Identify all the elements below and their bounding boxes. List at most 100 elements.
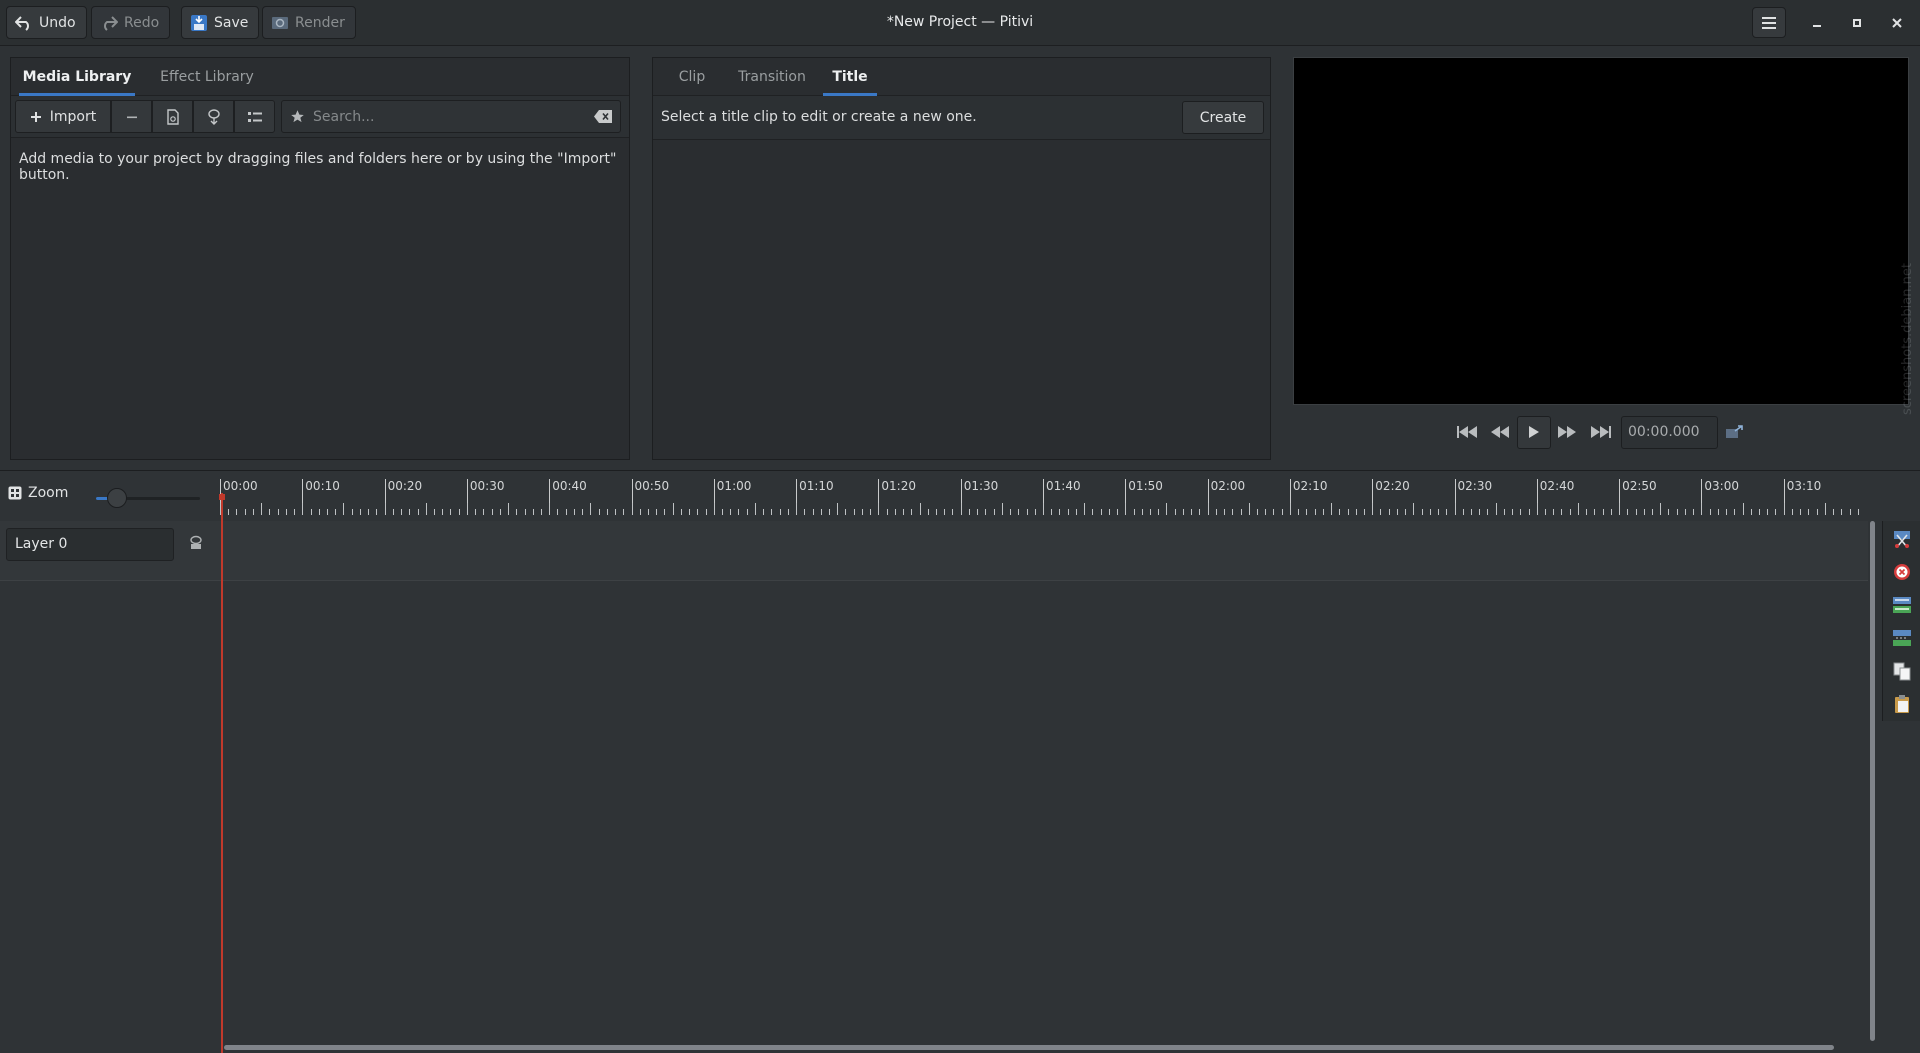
ruler-label: 01:20 bbox=[878, 479, 916, 503]
library-tabs: Media Library Effect Library bbox=[11, 58, 629, 96]
star-icon bbox=[291, 110, 304, 123]
zoom-label: Zoom bbox=[28, 485, 69, 501]
delete-button[interactable] bbox=[1889, 559, 1915, 585]
ruler-label: 00:00 bbox=[220, 479, 258, 503]
layer-menu-button[interactable] bbox=[188, 535, 204, 555]
copy-icon bbox=[1893, 662, 1911, 681]
tab-clip[interactable]: Clip bbox=[667, 58, 717, 96]
redo-button[interactable]: Redo bbox=[91, 6, 171, 39]
redo-label: Redo bbox=[124, 14, 160, 31]
main-menu-button[interactable] bbox=[1752, 7, 1786, 38]
timeline-toolbar bbox=[1882, 521, 1920, 721]
ruler-label: 02:50 bbox=[1619, 479, 1657, 503]
layer-settings-icon bbox=[190, 535, 202, 549]
ruler-label: 01:10 bbox=[796, 479, 834, 503]
go-to-end-button[interactable] bbox=[1584, 416, 1618, 449]
title-editor-row: Select a title clip to edit or create a … bbox=[653, 96, 1270, 140]
ruler-label: 01:00 bbox=[713, 479, 751, 503]
ruler-label: 02:40 bbox=[1536, 479, 1574, 503]
view-mode-button[interactable] bbox=[234, 100, 275, 133]
media-search-box bbox=[281, 100, 621, 133]
scissors-icon bbox=[1894, 531, 1910, 548]
library-toolbar: Import bbox=[11, 96, 629, 138]
zoom-fit-icon[interactable] bbox=[8, 486, 22, 500]
insert-at-end-button[interactable] bbox=[193, 100, 234, 133]
paste-button[interactable] bbox=[1889, 691, 1915, 717]
minimize-button[interactable] bbox=[1804, 10, 1830, 36]
split-button[interactable] bbox=[1889, 526, 1915, 552]
ruler-label: 03:00 bbox=[1701, 479, 1739, 503]
media-library-pane: Media Library Effect Library Import Add … bbox=[10, 57, 630, 460]
ruler-label: 01:50 bbox=[1125, 479, 1163, 503]
create-title-button[interactable]: Create bbox=[1182, 101, 1264, 134]
remove-media-button[interactable] bbox=[111, 100, 152, 133]
detach-viewer-icon bbox=[1726, 425, 1743, 438]
go-to-start-button[interactable] bbox=[1450, 416, 1484, 449]
timeline-vertical-scrollbar[interactable] bbox=[1870, 521, 1875, 1041]
ungroup-button[interactable] bbox=[1889, 625, 1915, 651]
clip-properties-button[interactable] bbox=[152, 100, 193, 133]
save-button[interactable]: Save bbox=[181, 6, 260, 39]
group-button[interactable] bbox=[1889, 592, 1915, 618]
plus-icon bbox=[30, 111, 41, 122]
skip-backward-icon bbox=[1456, 426, 1477, 438]
timecode-field[interactable]: 00:00.000 bbox=[1621, 416, 1718, 449]
ruler-label: 00:10 bbox=[302, 479, 340, 503]
ruler-label: 02:00 bbox=[1207, 479, 1245, 503]
ruler-label: 03:10 bbox=[1783, 479, 1821, 503]
properties-pane: Clip Transition Title Select a title cli… bbox=[652, 57, 1271, 460]
close-button[interactable] bbox=[1884, 10, 1910, 36]
play-button[interactable] bbox=[1517, 415, 1551, 449]
detach-viewer-button[interactable] bbox=[1720, 416, 1750, 449]
ruler-ticks bbox=[220, 503, 1859, 515]
fast-forward-button[interactable] bbox=[1551, 416, 1585, 449]
copy-button[interactable] bbox=[1889, 658, 1915, 684]
save-label: Save bbox=[214, 14, 249, 31]
zoom-slider-knob[interactable] bbox=[107, 488, 127, 508]
time-ruler[interactable]: 00:00 00:10 00:20 00:30 00:40 00:50 01:00 01:10… bbox=[220, 471, 1868, 517]
timeline: Zoom 00:00 00:10 00:20 00:30 00:40 00:50 01:00… bbox=[0, 470, 1920, 1053]
playhead-marker[interactable] bbox=[219, 494, 225, 500]
redo-icon bbox=[104, 15, 118, 31]
timeline-horizontal-scrollbar[interactable] bbox=[224, 1045, 1834, 1050]
render-label: Render bbox=[295, 14, 345, 31]
tab-transition[interactable]: Transition bbox=[731, 58, 813, 96]
play-icon bbox=[1528, 426, 1539, 438]
list-view-icon bbox=[247, 111, 262, 122]
playhead[interactable] bbox=[221, 493, 223, 1053]
hamburger-menu-icon bbox=[1762, 16, 1776, 29]
maximize-button[interactable] bbox=[1844, 10, 1870, 36]
minus-icon bbox=[126, 116, 137, 118]
layer-name-field[interactable]: Layer 0 bbox=[6, 528, 174, 561]
media-search-input[interactable] bbox=[313, 108, 583, 125]
rewind-button[interactable] bbox=[1484, 416, 1518, 449]
render-button[interactable]: Render bbox=[262, 6, 356, 39]
delete-icon bbox=[1894, 564, 1910, 580]
ruler-label: 00:50 bbox=[631, 479, 669, 503]
save-icon bbox=[191, 14, 207, 31]
clear-search-icon[interactable] bbox=[594, 110, 612, 123]
ruler-label: 02:20 bbox=[1372, 479, 1410, 503]
ruler-label: 01:30 bbox=[960, 479, 998, 503]
undo-icon bbox=[15, 15, 29, 31]
ruler-label: 00:20 bbox=[384, 479, 422, 503]
paste-icon bbox=[1895, 695, 1909, 713]
tab-title[interactable]: Title bbox=[823, 58, 877, 96]
header-bar: Undo Redo Save Render *New Project — Pit… bbox=[0, 0, 1920, 46]
import-button[interactable]: Import bbox=[15, 100, 111, 133]
document-icon bbox=[166, 108, 179, 125]
ruler-label: 02:10 bbox=[1289, 479, 1327, 503]
rewind-icon bbox=[1491, 426, 1510, 438]
undo-button[interactable]: Undo bbox=[6, 6, 87, 39]
ruler-label: 00:40 bbox=[549, 479, 587, 503]
insert-icon bbox=[207, 108, 220, 125]
ruler-label: 00:30 bbox=[466, 479, 504, 503]
minimize-icon bbox=[1813, 25, 1821, 27]
tab-effect-library[interactable]: Effect Library bbox=[149, 58, 265, 96]
import-label: Import bbox=[49, 108, 97, 125]
fast-forward-icon bbox=[1558, 426, 1577, 438]
tab-media-library[interactable]: Media Library bbox=[19, 58, 135, 96]
layer-row[interactable] bbox=[0, 521, 1868, 581]
import-hint-text: Add media to your project by dragging fi… bbox=[19, 151, 617, 183]
maximize-icon bbox=[1853, 19, 1861, 27]
